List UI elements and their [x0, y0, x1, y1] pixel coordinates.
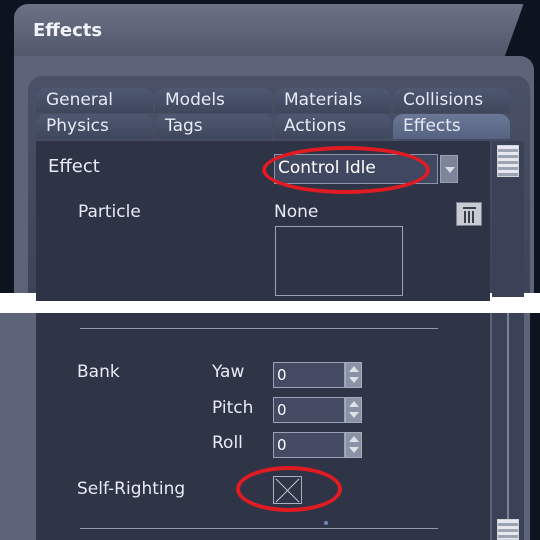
self-righting-label: Self-Righting: [77, 479, 186, 499]
highlight-oval-checkbox: [236, 466, 342, 512]
effect-label: Effect: [48, 156, 100, 177]
chevron-down-icon[interactable]: [440, 155, 458, 183]
divider-top: [80, 328, 438, 329]
bank-label: Bank: [77, 362, 120, 382]
pitch-label: Pitch: [212, 398, 254, 418]
tab-row-2: Physics Tags Actions Effects: [36, 114, 512, 139]
tab-physics[interactable]: Physics: [36, 114, 153, 139]
tab-row-1: General Models Materials Collisions: [36, 88, 512, 113]
tab-materials[interactable]: Materials: [274, 88, 391, 113]
pitch-input[interactable]: 0: [273, 397, 345, 423]
trash-icon[interactable]: [456, 202, 482, 226]
scrollbar-rail: [507, 313, 509, 523]
tab-models[interactable]: Models: [155, 88, 272, 113]
yaw-label: Yaw: [212, 362, 245, 382]
particle-value: None: [274, 202, 319, 222]
scrollbar-thumb-bottom[interactable]: [497, 519, 519, 540]
tab-effects[interactable]: Effects: [393, 114, 510, 139]
tab-actions[interactable]: Actions: [274, 114, 391, 139]
roll-input[interactable]: 0: [273, 432, 345, 458]
tab-bar: General Models Materials Collisions Phys…: [36, 88, 512, 140]
yaw-stepper[interactable]: [345, 362, 362, 388]
particle-label: Particle: [78, 202, 141, 222]
divider-bottom: [80, 528, 438, 529]
indicator-dot: [324, 521, 328, 525]
yaw-input[interactable]: 0: [273, 362, 345, 388]
tab-general[interactable]: General: [36, 88, 153, 113]
window-title: Effects: [33, 20, 103, 41]
highlight-oval-effect: [262, 146, 430, 194]
tab-tags[interactable]: Tags: [155, 114, 272, 139]
tab-collisions[interactable]: Collisions: [393, 88, 510, 113]
scrollbar-thumb[interactable]: [497, 145, 519, 177]
pitch-stepper[interactable]: [345, 397, 362, 423]
roll-stepper[interactable]: [345, 432, 362, 458]
particle-list[interactable]: [275, 226, 403, 296]
roll-label: Roll: [212, 433, 243, 453]
